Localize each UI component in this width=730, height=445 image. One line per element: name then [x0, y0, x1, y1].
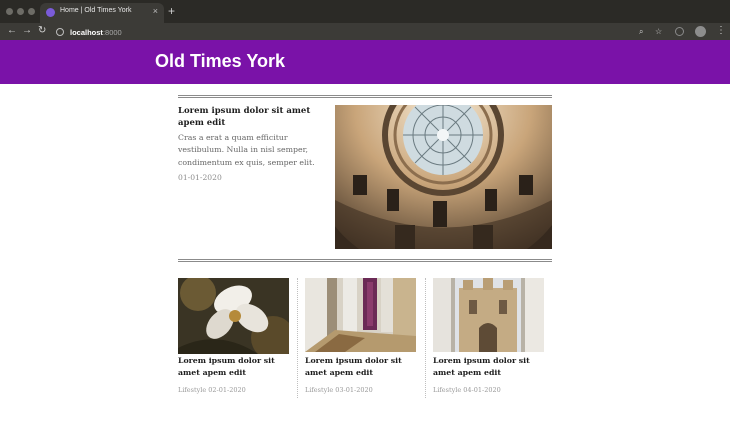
- info-icon[interactable]: [56, 28, 64, 36]
- url-port: :8000: [102, 27, 122, 37]
- back-icon[interactable]: ←: [7, 25, 17, 37]
- menu-icon[interactable]: ⋮: [716, 24, 726, 38]
- extension-icon[interactable]: [675, 27, 684, 36]
- site-header: Old Times York: [0, 40, 730, 84]
- card-meta: Lifestyle 04-01-2020: [433, 386, 501, 394]
- card-divider: [425, 278, 426, 398]
- star-icon[interactable]: ☆: [655, 26, 662, 37]
- tab-title: Home | Old Times York: [60, 7, 132, 14]
- card-image-flower[interactable]: [178, 278, 289, 354]
- card-image-cloister[interactable]: [305, 278, 416, 352]
- close-window-button[interactable]: [6, 8, 13, 15]
- address-bar[interactable]: localhost :8000: [56, 26, 122, 38]
- favicon-icon: [46, 8, 55, 17]
- card-meta: Lifestyle 02-01-2020: [178, 386, 246, 394]
- browser-tab[interactable]: Home | Old Times York ×: [40, 3, 164, 23]
- featured-date: 01-01-2020: [178, 173, 222, 182]
- browser-toolbar: ← → ↻ localhost :8000 ⌕ ☆ ⋮: [0, 23, 730, 40]
- card-meta: Lifestyle 03-01-2020: [305, 386, 373, 394]
- url-host: localhost: [70, 27, 103, 37]
- close-icon[interactable]: ×: [153, 6, 158, 16]
- zoom-icon[interactable]: ⌕: [639, 26, 643, 37]
- new-tab-button[interactable]: +: [168, 4, 175, 18]
- featured-image[interactable]: [335, 105, 552, 249]
- featured-excerpt: Cras a erat a quam efficitur vestibulum.…: [178, 133, 315, 167]
- minimize-window-button[interactable]: [17, 8, 24, 15]
- reload-icon[interactable]: ↻: [38, 25, 46, 37]
- card-divider: [297, 278, 298, 398]
- card-title[interactable]: Lorem ipsum dolor sit amet apem edit: [305, 355, 417, 378]
- maximize-window-button[interactable]: [28, 8, 35, 15]
- forward-icon[interactable]: →: [22, 25, 32, 37]
- site-title[interactable]: Old Times York: [155, 51, 285, 72]
- profile-avatar[interactable]: [695, 26, 706, 37]
- top-divider: [178, 95, 552, 98]
- card-title[interactable]: Lorem ipsum dolor sit amet apem edit: [433, 355, 545, 378]
- card-title[interactable]: Lorem ipsum dolor sit amet apem edit: [178, 355, 290, 378]
- card-image-tower[interactable]: [433, 278, 544, 352]
- browser-tab-bar: Home | Old Times York × +: [0, 0, 730, 23]
- middle-divider: [178, 259, 552, 262]
- featured-title[interactable]: Lorem ipsum dolor sit amet apem edit: [178, 105, 328, 129]
